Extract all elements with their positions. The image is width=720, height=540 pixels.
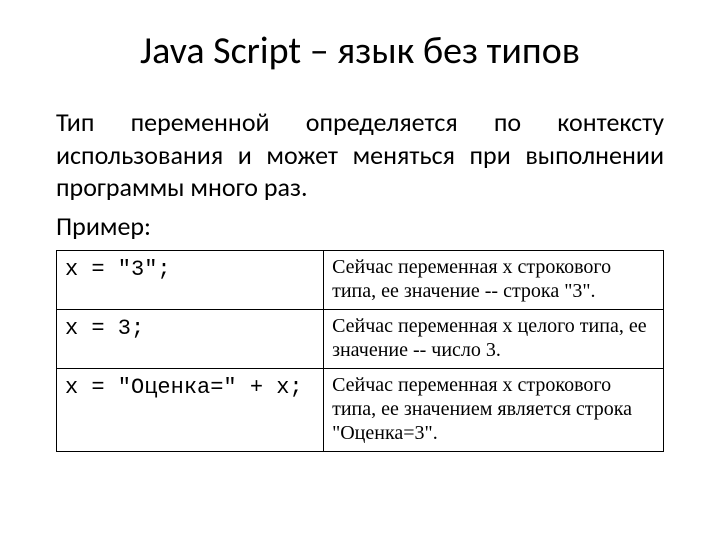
code-cell: x = "Оценка=" + x; bbox=[57, 369, 324, 452]
desc-cell: Сейчас переменная x целого типа, ее знач… bbox=[324, 310, 664, 369]
slide-title: Java Script – язык без типов bbox=[56, 28, 664, 74]
desc-cell: Сейчас переменная x строкового типа, ее … bbox=[324, 251, 664, 310]
slide-paragraph: Тип переменной определяется по контексту… bbox=[56, 106, 664, 204]
code-cell: x = "3"; bbox=[57, 251, 324, 310]
example-table: x = "3"; Сейчас переменная x строкового … bbox=[56, 250, 664, 452]
table-row: x = 3; Сейчас переменная x целого типа, … bbox=[57, 310, 664, 369]
desc-cell: Сейчас переменная x строкового типа, ее … bbox=[324, 369, 664, 452]
table-row: x = "Оценка=" + x; Сейчас переменная x с… bbox=[57, 369, 664, 452]
code-cell: x = 3; bbox=[57, 310, 324, 369]
example-label: Пример: bbox=[56, 210, 664, 243]
table-row: x = "3"; Сейчас переменная x строкового … bbox=[57, 251, 664, 310]
